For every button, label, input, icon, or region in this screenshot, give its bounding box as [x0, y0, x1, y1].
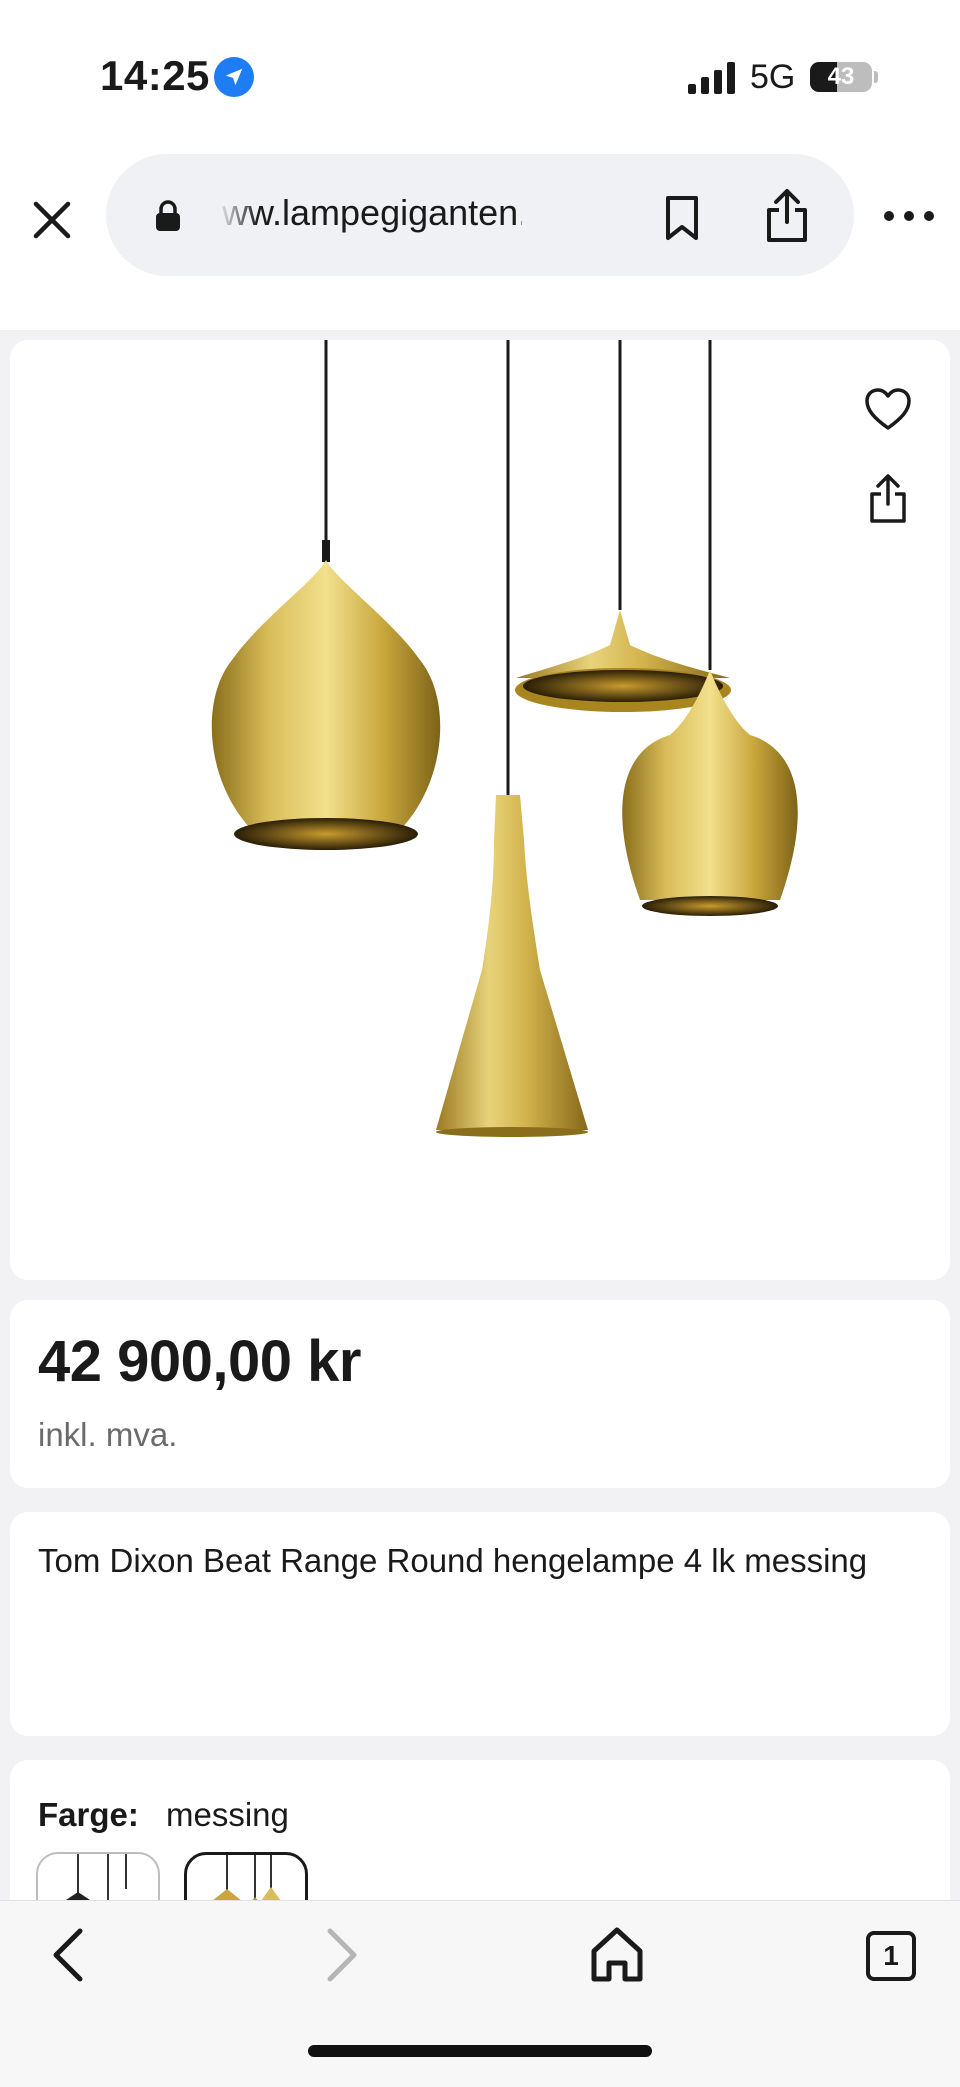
heart-icon[interactable] [864, 388, 912, 432]
share-icon[interactable] [764, 188, 810, 244]
home-indicator [308, 2045, 652, 2057]
product-image-card [10, 340, 950, 1280]
url-text: ww.lampegiganten.no [222, 192, 522, 233]
close-icon [33, 201, 71, 239]
lock-icon [156, 200, 180, 231]
status-time: 14:25 [100, 52, 210, 99]
url-fade [218, 184, 258, 244]
location-arrow-icon [214, 57, 254, 97]
price-card: 42 900,00 kr inkl. mva. [10, 1300, 950, 1488]
browser-bottom-bar: 1 [0, 1900, 960, 2087]
forward-icon[interactable] [320, 1925, 364, 1985]
title-card: Tom Dixon Beat Range Round hengelampe 4 … [10, 1512, 950, 1736]
vat-note: inkl. mva. [38, 1416, 178, 1453]
home-icon[interactable] [588, 1925, 646, 1985]
page-header-strip [0, 280, 960, 330]
product-image[interactable] [140, 340, 840, 1140]
bookmark-icon[interactable] [662, 194, 702, 242]
signal-icon [688, 62, 735, 94]
color-value: messing [166, 1796, 289, 1833]
battery-icon: 43 [810, 62, 872, 92]
share-icon[interactable] [868, 474, 908, 524]
battery-level: 43 [827, 63, 855, 90]
network-type: 5G [750, 58, 796, 96]
tab-count: 1 [883, 1940, 899, 1971]
browser-toolbar: ww.lampegiganten.no [0, 150, 960, 280]
back-icon[interactable] [46, 1925, 90, 1985]
status-bar: 14:25 5G 43 [0, 0, 960, 150]
color-label: Farge: [38, 1796, 139, 1833]
address-bar[interactable]: ww.lampegiganten.no [106, 154, 854, 276]
tabs-icon[interactable]: 1 [866, 1931, 916, 1981]
more-icon[interactable] [884, 208, 934, 224]
product-title: Tom Dixon Beat Range Round hengelampe 4 … [38, 1542, 868, 1579]
product-price: 42 900,00 kr [38, 1329, 361, 1394]
close-button[interactable] [22, 190, 82, 250]
battery-nub [874, 71, 878, 83]
